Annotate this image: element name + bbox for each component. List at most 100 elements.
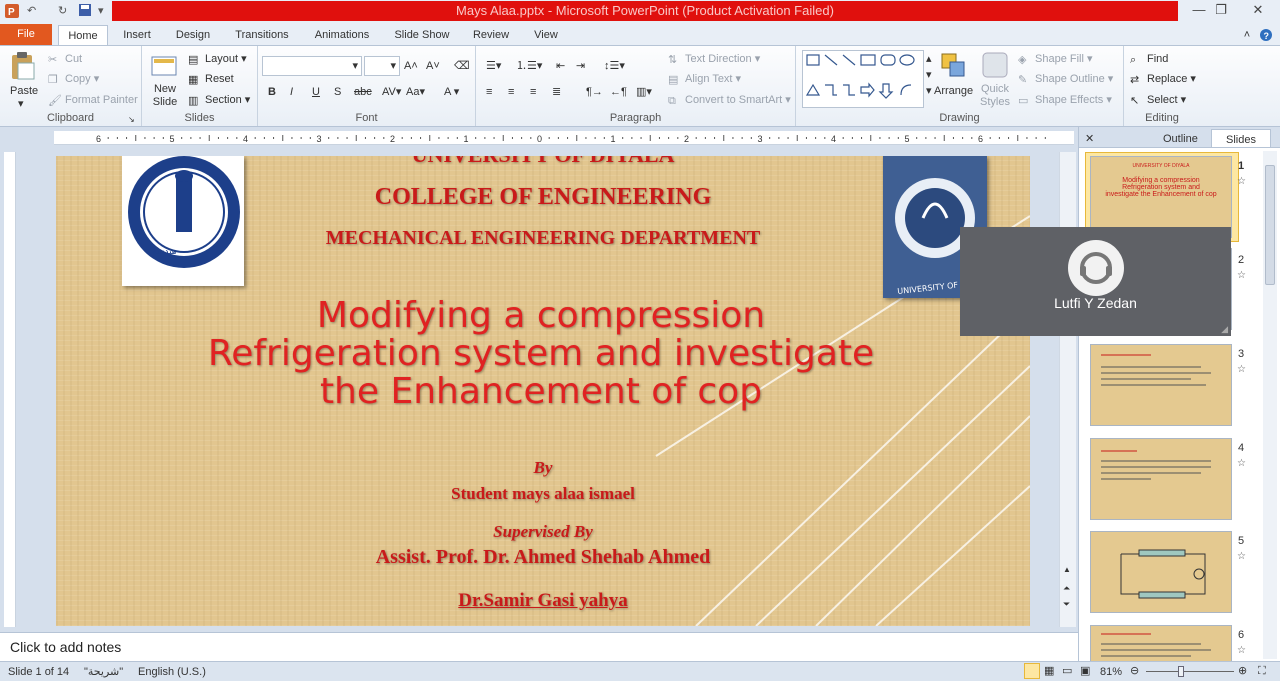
clear-formatting-icon[interactable]: ⌫	[454, 58, 470, 74]
tab-outline[interactable]: Outline	[1163, 131, 1198, 147]
vertical-ruler[interactable]	[4, 152, 16, 627]
bullets-icon[interactable]: ☰▾	[486, 58, 501, 74]
shapes-gallery[interactable]	[802, 50, 924, 108]
scroll-thumb[interactable]	[1265, 165, 1275, 285]
tab-review[interactable]: Review	[466, 25, 516, 45]
university-name[interactable]: UNIVERSITY OF DIYALA	[56, 156, 1030, 168]
restore-button[interactable]: ❐	[1205, 0, 1237, 20]
zoom-in-icon[interactable]: ⊕	[1238, 663, 1247, 679]
zoom-out-icon[interactable]: ⊖	[1130, 663, 1139, 679]
bold-icon[interactable]: B	[268, 84, 276, 100]
presentation-title[interactable]: Modifying a compression Refrigeration sy…	[196, 297, 886, 411]
text-direction-button[interactable]: ⇅ Text Direction ▾	[668, 51, 760, 67]
change-case-icon[interactable]: Aa▾	[406, 84, 425, 100]
section-button[interactable]: ▥ Section ▾	[188, 92, 250, 108]
font-size-dropdown[interactable]: ▾	[364, 56, 400, 76]
theme-name[interactable]: "شريحة"	[84, 664, 123, 680]
save-icon[interactable]	[78, 3, 92, 19]
tab-insert[interactable]: Insert	[114, 25, 160, 45]
gallery-scroll-icon[interactable]: ▴ ▾ ▾	[926, 51, 932, 99]
ltr-icon[interactable]: ¶→	[586, 84, 603, 100]
cut-button[interactable]: ✂ Cut	[48, 51, 82, 67]
by-label[interactable]: By	[56, 458, 1030, 478]
increase-indent-icon[interactable]: ⇥	[576, 58, 585, 74]
replace-button[interactable]: ⇄ Replace ▾	[1130, 71, 1196, 87]
italic-icon[interactable]: I	[290, 84, 293, 100]
close-pane-icon[interactable]: ✕	[1085, 131, 1094, 147]
college-name[interactable]: COLLEGE OF ENGINEERING	[56, 184, 1030, 211]
next-slide-icon[interactable]: ⏷	[1063, 596, 1070, 612]
select-button[interactable]: ↖ Select ▾	[1130, 92, 1186, 108]
underline-icon[interactable]: U	[312, 84, 320, 100]
line-spacing-icon[interactable]: ↕☰▾	[604, 58, 625, 74]
notes-pane[interactable]: Click to add notes	[0, 632, 1078, 660]
align-right-icon[interactable]: ≡	[530, 84, 536, 100]
slide-canvas[interactable]: هندسة UNIVERSITY OF DIYALA UNIVERSITY OF…	[56, 156, 1030, 626]
scroll-up-icon[interactable]: ▲	[1063, 562, 1071, 578]
strikethrough-icon[interactable]: abc	[354, 84, 372, 100]
slide-thumbnail[interactable]: UNIVERSITY OF DIYALA Modifying a compres…	[1090, 156, 1232, 238]
normal-view-icon[interactable]	[1024, 663, 1040, 679]
slide-thumbnail[interactable]	[1090, 531, 1232, 613]
supervised-label[interactable]: Supervised By	[56, 522, 1030, 542]
slide-sorter-icon[interactable]: ▦	[1044, 663, 1054, 679]
redo-icon[interactable]: ↻	[58, 3, 67, 19]
supervisor-2[interactable]: Dr.Samir Gasi yahya	[56, 590, 1030, 612]
numbering-icon[interactable]: ⒈☰▾	[516, 58, 542, 74]
slide-thumbnail[interactable]	[1090, 438, 1232, 520]
format-painter-button[interactable]: 🖌 Format Painter	[48, 92, 138, 108]
thumbnail-scrollbar[interactable]	[1263, 151, 1277, 659]
department-name[interactable]: MECHANICAL ENGINEERING DEPARTMENT	[56, 227, 1030, 250]
find-button[interactable]: ⌕ Find	[1130, 51, 1168, 67]
reset-button[interactable]: ▦ Reset	[188, 71, 234, 87]
tab-home[interactable]: Home	[58, 25, 108, 45]
shape-effects-button[interactable]: ▭ Shape Effects ▾	[1018, 92, 1112, 108]
copy-button[interactable]: ❐ Copy ▾	[48, 71, 99, 87]
fit-to-window-icon[interactable]: ⛶	[1258, 663, 1266, 679]
customize-qat-icon[interactable]: ▾	[98, 3, 104, 19]
help-icon[interactable]: ?	[1258, 25, 1274, 45]
clipboard-launcher-icon[interactable]: ↘	[128, 112, 135, 128]
rtl-icon[interactable]: ←¶	[610, 84, 627, 100]
zoom-level[interactable]: 81%	[1100, 664, 1122, 680]
resize-grip-icon[interactable]: ◢	[1221, 324, 1228, 335]
undo-icon[interactable]: ↶	[27, 3, 36, 19]
shape-fill-button[interactable]: ◈ Shape Fill ▾	[1018, 51, 1093, 67]
app-icon[interactable]: P	[4, 3, 20, 19]
student-name[interactable]: Student mays alaa ismael	[56, 484, 1030, 504]
minimize-ribbon-icon[interactable]: ˄	[1240, 25, 1254, 45]
grow-font-icon[interactable]: A˄	[404, 58, 418, 74]
tab-slide-show[interactable]: Slide Show	[388, 25, 456, 45]
tab-design[interactable]: Design	[168, 25, 218, 45]
slideshow-view-icon[interactable]: ▣	[1080, 663, 1090, 679]
call-participant-tile[interactable]: Lutfi Y Zedan ◢	[960, 227, 1231, 336]
character-spacing-icon[interactable]: AV▾	[382, 84, 401, 100]
tab-animations[interactable]: Animations	[306, 25, 378, 45]
tab-view[interactable]: View	[524, 25, 568, 45]
slide-thumbnail[interactable]	[1090, 344, 1232, 426]
tab-file[interactable]: File	[0, 24, 52, 45]
slide-thumbnail[interactable]	[1090, 625, 1232, 665]
tab-transitions[interactable]: Transitions	[228, 25, 296, 45]
align-text-button[interactable]: ▤ Align Text ▾	[668, 71, 741, 87]
zoom-slider-thumb[interactable]	[1177, 666, 1184, 677]
align-left-icon[interactable]: ≡	[486, 84, 492, 100]
previous-slide-icon[interactable]: ⏶	[1063, 580, 1070, 596]
language-indicator[interactable]: English (U.S.)	[138, 664, 206, 680]
layout-button[interactable]: ▤ Layout ▾	[188, 51, 247, 67]
zoom-slider[interactable]	[1146, 666, 1234, 677]
slide-counter[interactable]: Slide 1 of 14	[8, 664, 69, 680]
reading-view-icon[interactable]: ▭	[1062, 663, 1072, 679]
convert-smartart-button[interactable]: ⧉ Convert to SmartArt ▾	[668, 92, 791, 108]
close-button[interactable]: ✕	[1238, 0, 1278, 20]
supervisor-1[interactable]: Assist. Prof. Dr. Ahmed Shehab Ahmed	[56, 546, 1030, 569]
shape-outline-button[interactable]: ✎ Shape Outline ▾	[1018, 71, 1113, 87]
justify-icon[interactable]: ≣	[552, 84, 561, 100]
slide-scrollbar[interactable]: ▲ ⏶ ⏷	[1059, 152, 1076, 627]
shadow-icon[interactable]: S	[334, 84, 341, 100]
columns-icon[interactable]: ▥▾	[636, 84, 652, 100]
shrink-font-icon[interactable]: A˅	[426, 58, 440, 74]
decrease-indent-icon[interactable]: ⇤	[556, 58, 565, 74]
horizontal-ruler[interactable]: 6 5 4 3 2 1 0 1 2 3 4 5 6	[54, 131, 1074, 145]
font-name-dropdown[interactable]: ▾	[262, 56, 362, 76]
